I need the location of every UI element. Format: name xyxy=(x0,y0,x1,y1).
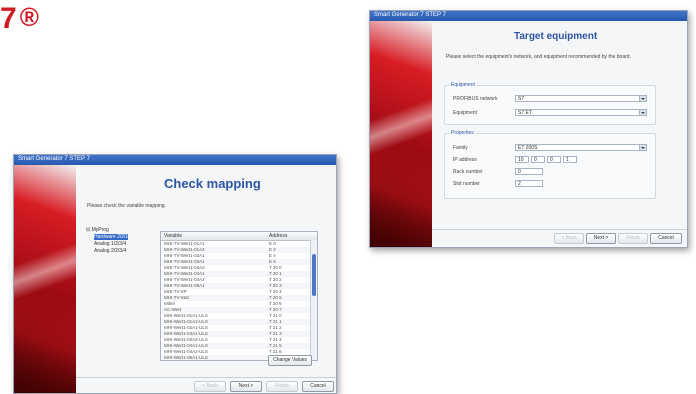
chevron-down-icon[interactable] xyxy=(639,145,646,150)
family-select[interactable]: ET 200S xyxy=(515,144,647,151)
page-title: Target equipment xyxy=(514,31,598,42)
scrollbar-thumb[interactable] xyxy=(312,254,316,296)
network-select[interactable]: S7 xyxy=(515,95,647,102)
equipment-label: Equipment xyxy=(453,110,477,116)
slot-number-input[interactable]: 2 xyxy=(515,180,543,187)
tree-item-label: Analog 2/2/3/4 xyxy=(94,248,127,254)
table-scrollbar[interactable] xyxy=(310,240,317,360)
finish-button[interactable]: Finish xyxy=(266,381,298,392)
tree-item-label: Hardware 2/2/1 xyxy=(94,234,129,240)
equipment-select[interactable]: S7 ET xyxy=(515,109,647,116)
mapping-table: Variable Address MHI-TV-Wert1-01A1 E 0 MHI… xyxy=(160,231,318,361)
back-button[interactable]: < Back xyxy=(554,233,584,244)
equipment-group: Equipment PROFIBUS network S7 Equipment … xyxy=(444,82,656,125)
chevron-down-icon[interactable] xyxy=(639,110,646,115)
variable-cell: MHI-Wert1-05A1-ULS xyxy=(164,355,208,360)
window-title: Smart Generator 7 STEP 7 xyxy=(18,156,90,162)
cancel-button[interactable]: Cancel xyxy=(302,381,334,392)
title-bar[interactable]: Smart Generator 7 STEP 7 xyxy=(370,11,687,21)
tree-item-label: Analog 1/2/3/4 xyxy=(94,241,127,247)
group-title: Properties xyxy=(449,130,476,136)
rack-number-input[interactable]: 0 xyxy=(515,168,543,175)
family-label: Family xyxy=(453,145,468,151)
back-button[interactable]: < Back xyxy=(194,381,226,392)
footer-divider xyxy=(76,377,336,378)
wizard-side-image xyxy=(370,21,432,247)
title-bar[interactable]: Smart Generator 7 STEP 7 xyxy=(14,155,336,165)
brand-text: 7 xyxy=(0,2,18,35)
table-header: Variable Address xyxy=(161,232,317,241)
ip-octet-2[interactable]: 0 xyxy=(531,156,545,163)
tree-item[interactable]: Analog 2/2/3/4 xyxy=(86,248,156,255)
ip-address-label: IP address xyxy=(453,157,477,163)
rack-number-label: Rack number xyxy=(453,169,483,175)
registered-mark: ® xyxy=(19,2,40,32)
instruction-text: Please check the variable mapping. xyxy=(87,203,166,209)
tree-item-label: MyProg xyxy=(91,227,109,233)
network-value: S7 xyxy=(518,96,525,102)
ip-octet-3[interactable]: 0 xyxy=(547,156,561,163)
instruction-text: Please select the equipment's network, a… xyxy=(446,54,631,60)
device-tree: ⊟ MyProg Hardware 2/2/1 Analog 1/2/3/4 A… xyxy=(86,227,156,255)
table-body: MHI-TV-Wert1-01A1 E 0 MHI-TV-Wert1-01A2 E 2… xyxy=(161,241,317,360)
tree-item[interactable]: Analog 1/2/3/4 xyxy=(86,241,156,248)
family-value: ET 200S xyxy=(518,145,538,151)
brand-logo: 7® xyxy=(0,2,40,36)
properties-group: Properties Family ET 200S IP address 10 … xyxy=(444,130,656,199)
ip-octet-4[interactable]: 1 xyxy=(563,156,577,163)
network-label: PROFIBUS network xyxy=(453,96,498,102)
cancel-button[interactable]: Cancel xyxy=(650,233,682,244)
chevron-down-icon[interactable] xyxy=(639,96,646,101)
check-mapping-window: Smart Generator 7 STEP 7 Check mapping P… xyxy=(13,154,337,394)
next-button[interactable]: Next > xyxy=(586,233,616,244)
tree-item[interactable]: Hardware 2/2/1 xyxy=(86,234,156,241)
window-title: Smart Generator 7 STEP 7 xyxy=(374,12,446,18)
equipment-value: S7 ET xyxy=(518,110,532,116)
change-values-button[interactable]: Change Values xyxy=(268,355,312,366)
finish-button[interactable]: Finish xyxy=(618,233,648,244)
page-title: Check mapping xyxy=(164,176,261,191)
column-header-address[interactable]: Address xyxy=(269,233,287,239)
slot-number-label: Slot number xyxy=(453,181,480,187)
footer-divider xyxy=(432,229,687,230)
ip-octet-1[interactable]: 10 xyxy=(515,156,529,163)
target-equipment-window: Smart Generator 7 STEP 7 Target equipmen… xyxy=(369,10,688,248)
next-button[interactable]: Next > xyxy=(230,381,262,392)
tree-item[interactable]: ⊟ MyProg xyxy=(86,227,156,234)
wizard-side-image xyxy=(14,165,76,393)
group-title: Equipment xyxy=(449,82,477,88)
column-header-variable[interactable]: Variable xyxy=(164,233,182,239)
